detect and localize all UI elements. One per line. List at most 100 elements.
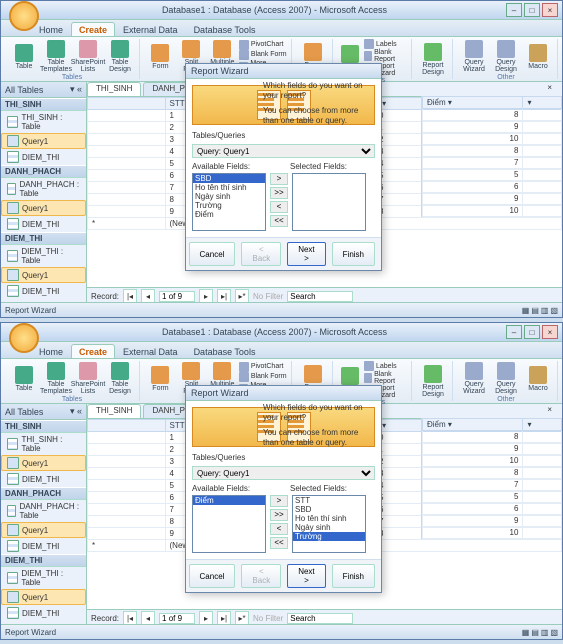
office-button[interactable]	[9, 323, 39, 353]
ribbon-query-design[interactable]: Query Design	[491, 39, 521, 74]
list-item[interactable]: STT	[293, 496, 365, 505]
tab-database-tools[interactable]: Database Tools	[186, 344, 264, 358]
nav-item[interactable]: DIEM_THI	[1, 471, 86, 487]
tab-create[interactable]: Create	[71, 344, 115, 358]
nav-item[interactable]: DANH_PHACH : Table	[1, 500, 86, 522]
cell[interactable]: 8	[423, 431, 523, 443]
ribbon-blank-report[interactable]: Blank Report	[364, 371, 407, 385]
ribbon-pivotchart[interactable]: PivotChart	[239, 40, 287, 50]
view-button[interactable]: ▦	[522, 306, 530, 315]
cancel-button[interactable]: Cancel	[189, 242, 236, 266]
finish-button[interactable]: Finish	[332, 564, 375, 588]
record-position[interactable]	[159, 291, 195, 302]
list-item[interactable]: Ho tên thí sinh	[293, 514, 365, 523]
ribbon-table-templates[interactable]: Table Templates	[41, 361, 71, 396]
list-item[interactable]: SBD	[193, 174, 265, 183]
col-diem[interactable]: Điểm ▾	[423, 419, 523, 431]
ribbon-report-design[interactable]: Report Design	[418, 42, 448, 77]
close-button[interactable]: ×	[542, 325, 558, 339]
list-item[interactable]: SBD	[293, 505, 365, 514]
list-item[interactable]: Ngày sinh	[193, 192, 265, 201]
search-box[interactable]	[287, 291, 353, 302]
view-button[interactable]: ▦	[522, 628, 530, 637]
nav-section-diem_thi[interactable]: DIEM_THI	[1, 232, 86, 245]
office-button[interactable]	[9, 1, 39, 31]
search-box[interactable]	[287, 613, 353, 624]
move-rr[interactable]: >>	[270, 509, 288, 521]
tables-queries-select[interactable]: Query: Query1	[192, 466, 375, 480]
nav-item[interactable]: DIEM_THI	[1, 149, 86, 165]
nav-next[interactable]: ▸	[199, 611, 213, 624]
cell[interactable]: 6	[423, 503, 523, 515]
tab-external-data[interactable]: External Data	[115, 344, 186, 358]
maximize-button[interactable]: □	[524, 3, 540, 17]
finish-button[interactable]: Finish	[332, 242, 375, 266]
view-button[interactable]: ▥	[541, 628, 549, 637]
cell[interactable]: 9	[423, 193, 523, 205]
next-button[interactable]: Next >	[287, 242, 325, 266]
cell[interactable]: 10	[423, 455, 523, 467]
nav-next[interactable]: ▸|	[217, 289, 231, 302]
doc-close[interactable]: ×	[539, 82, 560, 96]
move-ll[interactable]: <<	[270, 537, 288, 549]
cell[interactable]: 8	[423, 109, 523, 121]
ribbon-blank-form[interactable]: Blank Form	[239, 50, 287, 60]
nav-prev[interactable]: ◂	[141, 611, 155, 624]
nav-section-thi_sinh[interactable]: THI_SINH	[1, 98, 86, 111]
nav-item[interactable]: Query1	[1, 455, 86, 471]
nav-item[interactable]: Query1	[1, 522, 86, 538]
minimize-button[interactable]: –	[506, 3, 522, 17]
ribbon-blank-report[interactable]: Blank Report	[364, 49, 407, 63]
move-l[interactable]: <	[270, 201, 288, 213]
move-r[interactable]: >	[270, 495, 288, 507]
cell[interactable]: 5	[423, 169, 523, 181]
nav-header[interactable]: All Tables▾ «	[1, 404, 86, 420]
close-button[interactable]: ×	[542, 3, 558, 17]
ribbon-sharepoint-lists[interactable]: SharePoint Lists	[73, 39, 103, 74]
ribbon-labels[interactable]: Labels	[364, 39, 407, 49]
view-button[interactable]: ▧	[550, 628, 558, 637]
cell[interactable]: 10	[423, 527, 523, 539]
nav-item[interactable]: DIEM_THI	[1, 283, 86, 299]
view-button[interactable]: ▤	[531, 306, 539, 315]
nav-item[interactable]: THI_SINH : Table	[1, 111, 86, 133]
available-fields-list[interactable]: Điểm	[192, 495, 266, 553]
cell[interactable]: 9	[423, 515, 523, 527]
ribbon-sharepoint-lists[interactable]: SharePoint Lists	[73, 361, 103, 396]
ribbon-table-design[interactable]: Table Design	[105, 361, 135, 396]
tables-queries-select[interactable]: Query: Query1	[192, 144, 375, 158]
ribbon-macro[interactable]: Macro	[523, 43, 553, 71]
nav-item[interactable]: Query1	[1, 589, 86, 605]
list-item[interactable]: Trường	[293, 532, 365, 541]
list-item[interactable]: Ho tên thí sinh	[193, 183, 265, 192]
ribbon-blank-form[interactable]: Blank Form	[239, 372, 287, 382]
cell[interactable]: 8	[423, 145, 523, 157]
nav-section-danh_phach[interactable]: DANH_PHACH	[1, 487, 86, 500]
view-button[interactable]: ▥	[541, 306, 549, 315]
nav-item[interactable]: DIEM_THI : Table	[1, 567, 86, 589]
available-fields-list[interactable]: SBDHo tên thí sinhNgày sinhTrườngĐiểm	[192, 173, 266, 231]
doc-tab-thi_sinh[interactable]: THI_SINH	[87, 82, 141, 96]
move-rr[interactable]: >>	[270, 187, 288, 199]
nav-next[interactable]: ▸|	[217, 611, 231, 624]
col-diem[interactable]: Điểm ▾	[423, 97, 523, 109]
move-ll[interactable]: <<	[270, 215, 288, 227]
cell[interactable]: 6	[423, 181, 523, 193]
ribbon-form[interactable]: Form	[146, 43, 175, 71]
ribbon-pivotchart[interactable]: PivotChart	[239, 362, 287, 372]
nav-item[interactable]: DIEM_THI	[1, 605, 86, 621]
nav-item[interactable]: Query1	[1, 200, 86, 216]
maximize-button[interactable]: □	[524, 325, 540, 339]
tab-external-data[interactable]: External Data	[115, 22, 186, 36]
nav-header[interactable]: All Tables▾ «	[1, 82, 86, 98]
selected-fields-list[interactable]: STTSBDHo tên thí sinhNgày sinhTrường	[292, 495, 366, 553]
ribbon-table-templates[interactable]: Table Templates	[41, 39, 71, 74]
record-position[interactable]	[159, 613, 195, 624]
ribbon-labels[interactable]: Labels	[364, 361, 407, 371]
nav-item[interactable]: Query1	[1, 133, 86, 149]
nav-item[interactable]: DIEM_THI	[1, 538, 86, 554]
tab-database-tools[interactable]: Database Tools	[186, 22, 264, 36]
cell[interactable]: 5	[423, 491, 523, 503]
nav-section-thi_sinh[interactable]: THI_SINH	[1, 420, 86, 433]
list-item[interactable]: Trường	[193, 201, 265, 210]
